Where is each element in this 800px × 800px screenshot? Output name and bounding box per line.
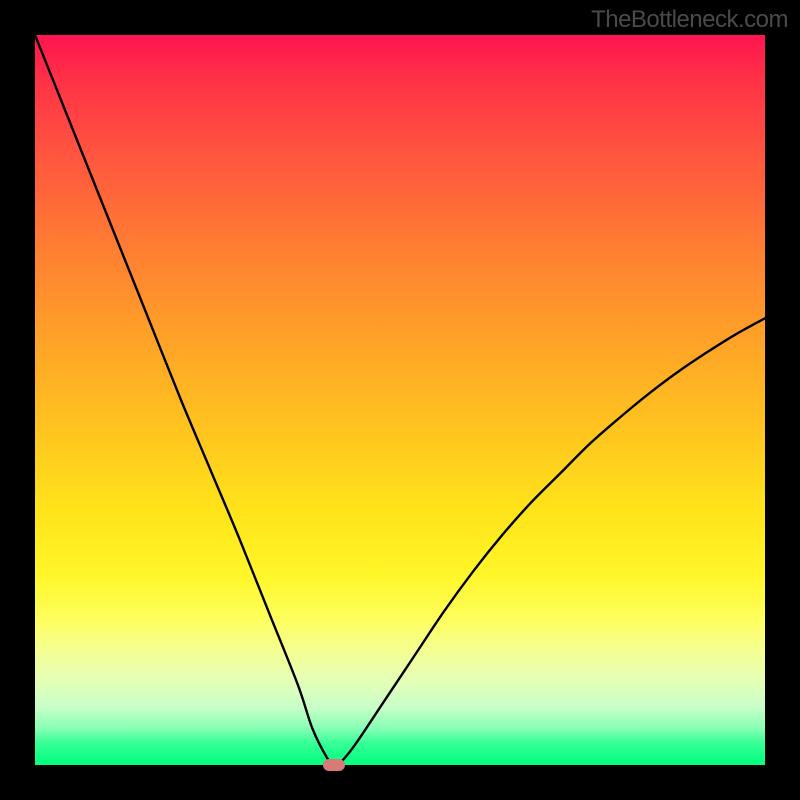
bottleneck-curve-path [35, 35, 765, 765]
bottleneck-curve-svg [35, 35, 765, 765]
chart-plot-area [35, 35, 765, 765]
optimal-point-marker [323, 759, 345, 771]
watermark-text: TheBottleneck.com [591, 6, 788, 34]
